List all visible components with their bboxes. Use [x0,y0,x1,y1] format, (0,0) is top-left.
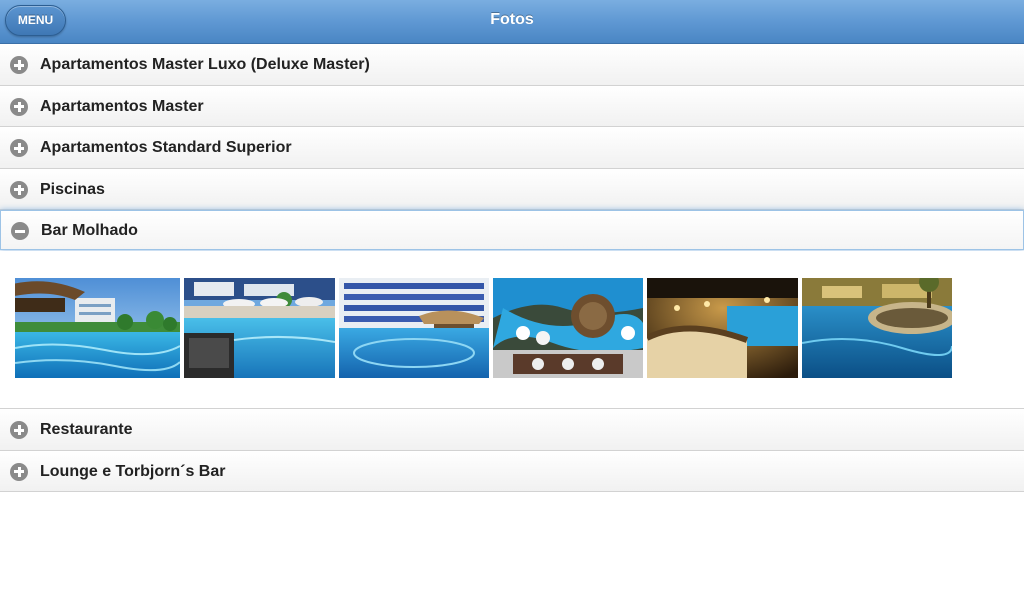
photo-category-accordion: Apartamentos Master Luxo (Deluxe Master)… [0,44,1024,492]
section-piscinas[interactable]: Piscinas [0,168,1024,210]
section-bar-molhado[interactable]: Bar Molhado [0,210,1024,250]
photo-thumbnail[interactable] [184,278,335,378]
plus-icon [10,56,28,74]
section-label: Bar Molhado [41,222,138,239]
plus-icon [10,180,28,199]
section-label: Piscinas [40,180,105,198]
photo-thumbnail[interactable] [15,278,180,378]
section-restaurante[interactable]: Restaurante [0,409,1024,451]
section-label: Apartamentos Master [40,97,204,115]
top-bar: MENU Fotos [0,0,1024,44]
bar-molhado-gallery [0,251,1024,409]
photo-thumbnail[interactable] [802,278,952,378]
section-label: Restaurante [40,421,133,438]
section-label: Apartamentos Standard Superior [40,139,292,156]
section-label: Apartamentos Master Luxo (Deluxe Master) [40,56,370,73]
section-label: Lounge e Torbjorn´s Bar [40,462,226,480]
section-apartamentos-master-luxo[interactable]: Apartamentos Master Luxo (Deluxe Master) [0,44,1024,86]
photo-thumbnail[interactable] [339,278,489,378]
plus-icon [10,421,28,439]
plus-icon [10,462,28,481]
page-title: Fotos [490,11,534,28]
photo-thumbnail[interactable] [647,278,798,378]
photo-thumbnail[interactable] [493,278,643,378]
section-apartamentos-standard-superior[interactable]: Apartamentos Standard Superior [0,127,1024,169]
section-apartamentos-master[interactable]: Apartamentos Master [0,85,1024,127]
plus-icon [10,97,28,116]
plus-icon [10,139,28,157]
section-lounge-torbjorns-bar[interactable]: Lounge e Torbjorn´s Bar [0,450,1024,492]
minus-icon [11,222,29,240]
